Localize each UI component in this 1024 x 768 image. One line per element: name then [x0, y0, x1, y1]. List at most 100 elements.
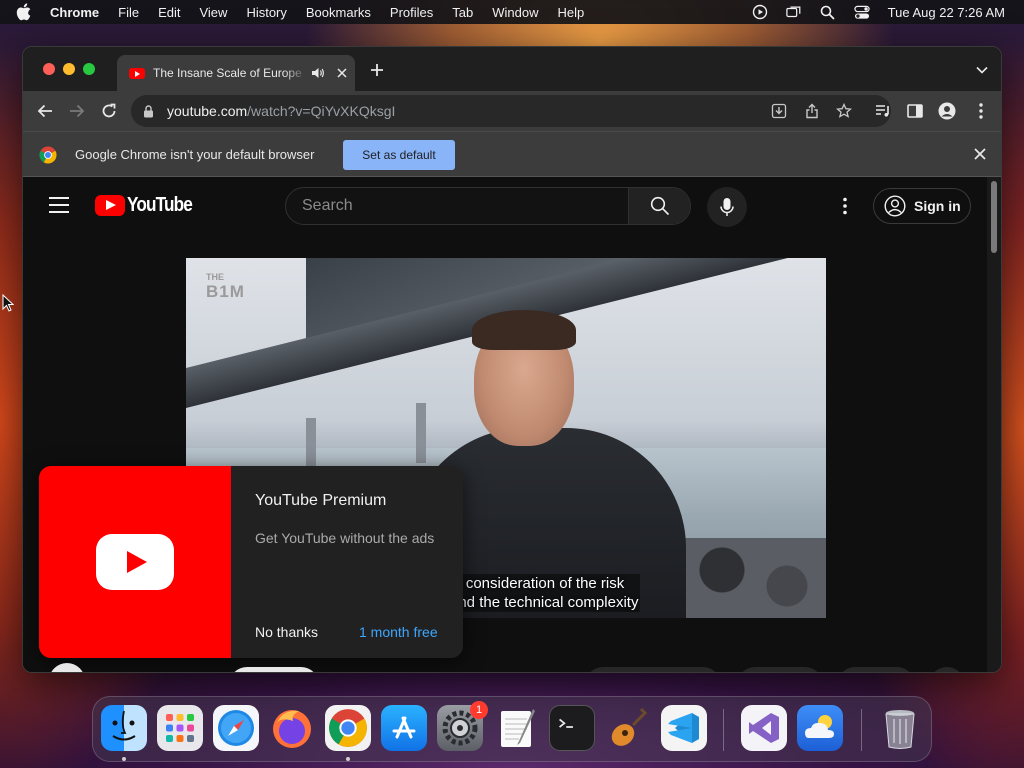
- finder-icon: [112, 710, 136, 741]
- dock-chrome[interactable]: [325, 705, 371, 751]
- dock-finder[interactable]: [101, 705, 147, 751]
- tab-close-icon[interactable]: [335, 66, 349, 80]
- sign-in-button[interactable]: Sign in: [873, 188, 971, 224]
- url-host: youtube.com: [167, 103, 248, 119]
- youtube-play-logo-icon: [95, 194, 125, 216]
- dock-launchpad[interactable]: [157, 705, 203, 751]
- search-button[interactable]: [628, 188, 690, 224]
- tab-title: The Insane Scale of Europe: [153, 66, 302, 80]
- profile-avatar-icon[interactable]: [937, 101, 957, 121]
- chrome-running-indicator: [346, 757, 350, 761]
- dock-firefox[interactable]: [269, 705, 315, 751]
- textedit-icon: [501, 709, 535, 747]
- microphone-icon: [720, 198, 734, 216]
- screen-mirroring-icon[interactable]: [785, 4, 802, 20]
- premium-subtitle: Get YouTube without the ads: [255, 530, 435, 546]
- chrome-window: The Insane Scale of Europe youtube.com /…: [22, 46, 1002, 673]
- default-browser-infobar: Google Chrome isn't your default browser…: [23, 131, 1001, 177]
- system-settings-badge: 1: [470, 701, 488, 719]
- menu-help[interactable]: Help: [558, 5, 585, 20]
- no-thanks-button[interactable]: No thanks: [255, 624, 318, 640]
- vscode-icon: [668, 713, 699, 743]
- channel-avatar[interactable]: [49, 663, 85, 672]
- scrollbar-thumb[interactable]: [991, 181, 997, 253]
- menu-bookmarks[interactable]: Bookmarks: [306, 5, 371, 20]
- voice-search-button[interactable]: [707, 187, 747, 227]
- address-bar[interactable]: youtube.com/watch?v=QiYvXKQksgI: [131, 95, 891, 127]
- menu-history[interactable]: History: [246, 5, 286, 20]
- tab-strip: The Insane Scale of Europe: [23, 47, 1001, 91]
- forward-arrow-icon[interactable]: [67, 101, 87, 121]
- share-icon[interactable]: [804, 103, 820, 119]
- menu-view[interactable]: View: [199, 5, 227, 20]
- speaker-icon[interactable]: [311, 66, 325, 80]
- settings-kebab-icon[interactable]: [835, 195, 855, 217]
- share-button[interactable]: [737, 667, 823, 672]
- spotlight-search-icon[interactable]: [820, 4, 836, 20]
- one-month-free-button[interactable]: 1 month free: [359, 624, 438, 640]
- dock-weather[interactable]: [797, 705, 843, 751]
- download-button[interactable]: [837, 667, 915, 672]
- dock-safari[interactable]: [213, 705, 259, 751]
- side-panel-icon[interactable]: [905, 101, 925, 121]
- weather-sun-cloud-icon: [805, 715, 834, 738]
- dock-visual-studio[interactable]: [741, 705, 787, 751]
- menu-window[interactable]: Window: [492, 5, 538, 20]
- kebab-menu-icon[interactable]: [971, 101, 991, 121]
- menu-tab[interactable]: Tab: [452, 5, 473, 20]
- video-frame-pillar: [416, 403, 426, 463]
- window-zoom-button[interactable]: [83, 63, 95, 75]
- install-app-icon[interactable]: [771, 103, 787, 119]
- chevron-down-icon[interactable]: [975, 63, 989, 77]
- channel-watermark: THE B1M: [206, 272, 245, 301]
- new-tab-button[interactable]: [368, 61, 386, 79]
- subscribe-button[interactable]: [229, 667, 319, 672]
- youtube-logo[interactable]: YouTube: [95, 194, 203, 216]
- menu-profiles[interactable]: Profiles: [390, 5, 433, 20]
- menu-bar-clock[interactable]: Tue Aug 22 7:26 AM: [888, 5, 1005, 20]
- caption-line-1: ul consideration of the risk: [448, 574, 641, 593]
- lock-icon[interactable]: [143, 104, 157, 118]
- reload-icon[interactable]: [99, 101, 119, 121]
- firefox-icon: [273, 710, 311, 748]
- premium-hero: [39, 466, 231, 658]
- window-close-button[interactable]: [43, 63, 55, 75]
- more-actions-button[interactable]: [929, 667, 965, 672]
- tab-youtube-video[interactable]: The Insane Scale of Europe: [117, 55, 355, 91]
- menu-edit[interactable]: Edit: [158, 5, 180, 20]
- dock-trash[interactable]: [877, 705, 923, 751]
- control-center-icon[interactable]: [854, 4, 870, 20]
- infobar-message: Google Chrome isn't your default browser: [75, 147, 315, 162]
- launchpad-icon: [166, 714, 194, 742]
- menu-file[interactable]: File: [118, 5, 139, 20]
- trash-icon: [885, 710, 915, 749]
- visual-studio-icon: [749, 713, 779, 743]
- set-as-default-button[interactable]: Set as default: [343, 140, 455, 170]
- caption-line-2: and the technical complexity: [448, 593, 641, 612]
- menu-app-chrome[interactable]: Chrome: [50, 5, 99, 20]
- search-icon: [650, 196, 669, 216]
- terminal-prompt-icon: [559, 718, 573, 728]
- dock-app-store[interactable]: [381, 705, 427, 751]
- apple-menu-icon[interactable]: [16, 3, 34, 21]
- dock-vscode[interactable]: [661, 705, 707, 751]
- safari-compass-icon: [218, 710, 254, 746]
- video-captions: ul consideration of the risk and the tec…: [448, 574, 641, 612]
- bookmark-star-icon[interactable]: [836, 103, 852, 119]
- finder-running-indicator: [122, 757, 126, 761]
- dock-textedit[interactable]: [493, 705, 539, 751]
- dock-terminal[interactable]: [549, 705, 595, 751]
- page-scrollbar[interactable]: [987, 177, 1001, 672]
- menu-bar: Chrome File Edit View History Bookmarks …: [0, 0, 1024, 24]
- window-minimize-button[interactable]: [63, 63, 75, 75]
- app-store-icon: [392, 716, 416, 739]
- infobar-close-icon[interactable]: [973, 147, 987, 161]
- hamburger-menu-icon[interactable]: [49, 197, 69, 213]
- dock-garageband[interactable]: [605, 705, 651, 751]
- search-input[interactable]: [286, 188, 628, 224]
- media-controls-icon[interactable]: [873, 101, 893, 121]
- premium-title: YouTube Premium: [255, 492, 387, 509]
- back-arrow-icon[interactable]: [35, 101, 55, 121]
- screen-recording-icon[interactable]: [752, 4, 768, 20]
- like-button[interactable]: [585, 667, 721, 672]
